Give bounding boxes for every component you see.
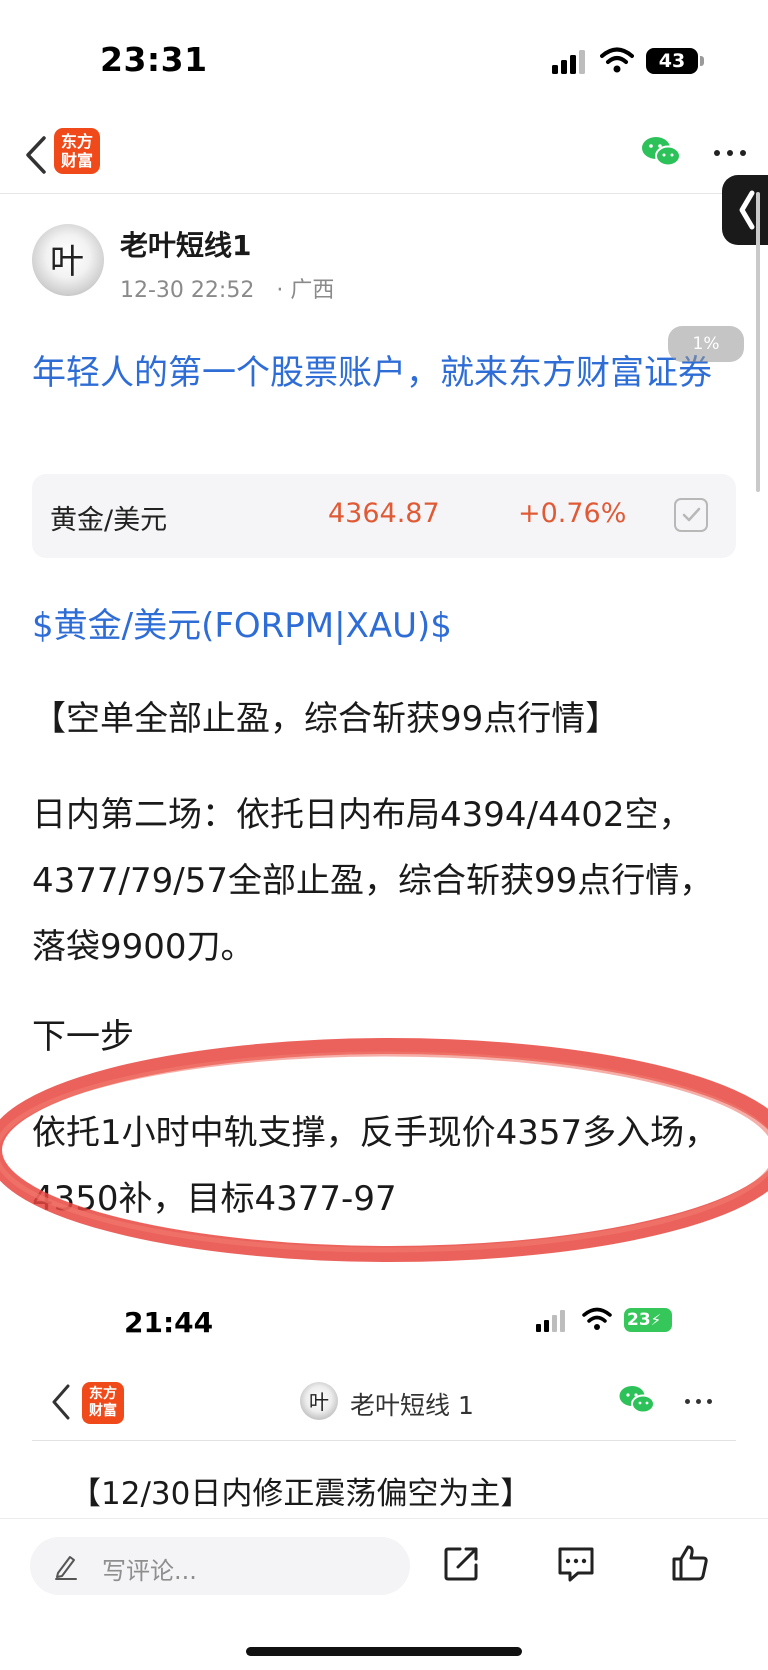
wifi-icon <box>600 47 634 73</box>
quote-name: 黄金/美元 <box>50 505 168 536</box>
post-paragraph: 【空单全部止盈，综合斩获99点行情】 <box>32 699 620 739</box>
comment-icon[interactable] <box>554 1541 598 1585</box>
avatar-text: 叶 <box>50 242 84 282</box>
embedded-status-time: 21:44 <box>124 1306 214 1339</box>
stock-tag-link[interactable]: $黄金/美元(FORPM|XAU)$ <box>32 598 452 647</box>
post-location: · 广西 <box>276 278 335 303</box>
post-paragraph: 依托1小时中轨支撑，反手现价4357多入场，4350补，目标4377-97 <box>32 1113 719 1219</box>
nav-bar: 东方财富 <box>0 120 768 194</box>
post-title-link[interactable]: 年轻人的第一个股票账户，就来东方财富证券 <box>32 340 738 406</box>
add-watchlist-checkbox[interactable] <box>674 498 708 532</box>
embedded-back-chevron-icon <box>52 1384 70 1420</box>
embedded-cellular-signal-icon <box>536 1310 568 1332</box>
charging-bolt-icon: ⚡ <box>650 1311 662 1329</box>
embedded-wechat-icon <box>619 1386 655 1414</box>
share-icon[interactable] <box>440 1541 484 1585</box>
post-paragraph: 下一步 <box>32 1017 134 1057</box>
embedded-avatar: 叶 <box>300 1382 338 1420</box>
comment-input[interactable]: 写评论... <box>30 1537 410 1595</box>
status-bar: 23:31 43 <box>0 0 768 120</box>
scrollbar[interactable] <box>756 192 760 492</box>
embedded-avatar-text: 叶 <box>309 1390 329 1414</box>
battery-indicator: 43 <box>646 48 698 74</box>
brand-logo-text: 东方财富 <box>60 132 93 170</box>
read-progress-badge: 1% <box>668 326 744 362</box>
wechat-icon[interactable] <box>640 134 682 170</box>
author-name[interactable]: 老叶短线1 <box>120 224 251 264</box>
embedded-battery-level: 23 <box>627 1310 651 1330</box>
cellular-signal-icon <box>552 50 588 74</box>
post-date: 12-30 22:52 <box>120 278 255 303</box>
post-paragraph: 日内第二场：依托日内布局4394/4402空，4377/79/57全部止盈，综合… <box>32 795 714 967</box>
quote-price: 4364.87 <box>328 498 440 529</box>
comment-placeholder: 写评论... <box>102 1557 197 1585</box>
brand-logo[interactable]: 东方财富 <box>54 128 100 174</box>
embedded-author-name: 老叶短线 1 <box>350 1391 474 1420</box>
check-icon <box>682 507 701 522</box>
post-meta: 12-30 22:52 · 广西 <box>120 272 334 304</box>
bottom-action-bar: 写评论... <box>0 1518 768 1670</box>
embedded-brand-logo: 东方财富 <box>82 1382 124 1424</box>
embedded-brand-logo-text: 东方财富 <box>89 1386 117 1419</box>
embedded-more-icon <box>682 1386 716 1416</box>
status-time: 23:31 <box>100 40 208 79</box>
quote-card[interactable]: 黄金/美元 4364.87 +0.76% <box>32 474 736 558</box>
chevron-left-icon <box>739 190 755 230</box>
embedded-divider <box>32 1440 736 1441</box>
embedded-battery-indicator: 23⚡ <box>624 1308 672 1332</box>
more-icon[interactable] <box>710 134 750 170</box>
embedded-wifi-icon <box>582 1307 612 1330</box>
back-chevron-icon[interactable] <box>16 130 56 180</box>
home-indicator[interactable] <box>246 1647 522 1656</box>
pencil-icon <box>55 1556 77 1580</box>
quote-change: +0.76% <box>518 498 627 529</box>
avatar[interactable]: 叶 <box>32 224 104 296</box>
embedded-headline: 【12/30日内修正震荡偏空为主】 <box>70 1476 532 1512</box>
like-icon[interactable] <box>668 1541 712 1585</box>
side-panel-tab[interactable] <box>722 175 768 245</box>
battery-cap <box>700 56 704 66</box>
